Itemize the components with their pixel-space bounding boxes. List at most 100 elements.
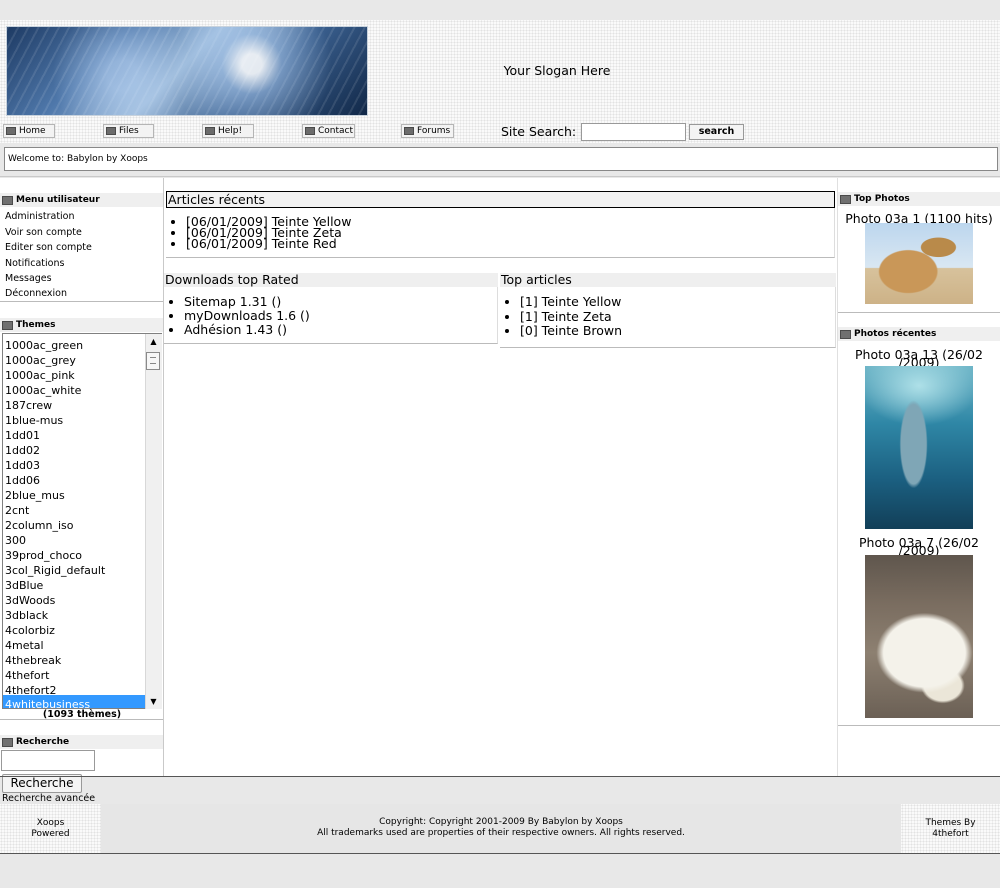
nav-files-label: Files <box>119 126 139 136</box>
footer-copyright: Copyright: Copyright 2001-2009 By Babylo… <box>101 804 901 853</box>
footer-powered: Xoops Powered <box>0 804 101 853</box>
recent-photos-title: Photos récentes <box>854 329 937 339</box>
nav-contact-button[interactable]: Contact <box>302 124 355 138</box>
themes-scrollbar[interactable] <box>145 334 162 709</box>
theme-option-selected[interactable]: 4whitebusiness <box>5 698 90 708</box>
site-slogan: Your Slogan Here <box>503 63 611 78</box>
footer-theme-credit: Themes By 4thefort <box>901 804 1000 853</box>
left-column-divider <box>163 178 164 776</box>
block-icon <box>840 329 851 339</box>
theme-option[interactable]: 1dd03 <box>5 459 40 472</box>
nav-help-button[interactable]: Help! <box>202 124 254 138</box>
articles-recents-block: [06/01/2009] Teinte Yellow [06/01/2009] … <box>166 208 835 258</box>
top-article-link[interactable]: [1] Teinte Zeta <box>520 309 835 325</box>
user-menu-title: Menu utilisateur <box>16 195 100 205</box>
theme-option[interactable]: 4metal <box>5 639 44 652</box>
recherche-avancee-link[interactable]: Recherche avancée <box>2 793 95 804</box>
site-search-label: Site Search: <box>501 124 577 139</box>
nav-forums-button[interactable]: Forums <box>401 124 454 138</box>
download-link[interactable]: Sitemap 1.31 () <box>184 295 497 309</box>
downloads-header: Downloads top Rated <box>164 273 498 287</box>
theme-option[interactable]: 3dblack <box>5 609 48 622</box>
top-photos-title: Top Photos <box>854 194 910 204</box>
block-icon <box>2 195 13 205</box>
nav-contact-label: Contact <box>318 126 354 136</box>
right-column-divider <box>837 178 838 776</box>
recent-photos-header: Photos récentes <box>838 327 1000 341</box>
nav-help-label: Help! <box>218 126 243 136</box>
nav-files-button[interactable]: Files <box>103 124 154 138</box>
block-divider <box>838 312 1000 313</box>
nav-home-button[interactable]: Home <box>3 124 55 138</box>
block-icon <box>2 320 13 330</box>
theme-option[interactable]: 3dBlue <box>5 579 43 592</box>
theme-option[interactable]: 187crew <box>5 399 52 412</box>
block-divider <box>0 301 163 302</box>
menu-item-deconnexion[interactable]: Déconnexion <box>5 288 67 299</box>
footer-top-border <box>0 776 1000 777</box>
theme-option[interactable]: 2cnt <box>5 504 29 517</box>
top-article-link[interactable]: [0] Teinte Brown <box>520 323 835 339</box>
theme-option[interactable]: 1000ac_green <box>5 339 83 352</box>
download-link[interactable]: Adhésion 1.43 () <box>184 323 497 337</box>
scroll-up-arrow-icon[interactable]: ▲ <box>146 334 161 349</box>
top-photos-header: Top Photos <box>838 192 1000 206</box>
themes-listbox[interactable]: 1000ac_green 1000ac_grey 1000ac_pink 100… <box>2 333 162 709</box>
theme-option[interactable]: 4colorbiz <box>5 624 55 637</box>
menu-item-editer-compte[interactable]: Editer son compte <box>5 242 92 253</box>
site-banner-image <box>6 26 368 116</box>
theme-option[interactable]: 1000ac_grey <box>5 354 76 367</box>
themes-title: Themes <box>16 320 56 330</box>
articles-recents-header: Articles récents <box>166 191 835 208</box>
site-search-button[interactable]: search <box>689 124 744 140</box>
theme-option[interactable]: 1blue-mus <box>5 414 63 427</box>
menu-item-messages[interactable]: Messages <box>5 273 52 284</box>
polar-bear-photo-image[interactable] <box>865 555 973 718</box>
theme-option[interactable]: 1dd06 <box>5 474 40 487</box>
welcome-bar: Welcome to: Babylon by Xoops <box>4 147 998 171</box>
block-divider <box>838 725 1000 726</box>
recherche-input[interactable] <box>1 750 95 771</box>
site-search-input[interactable] <box>581 123 686 141</box>
nav-forums-label: Forums <box>417 126 451 136</box>
theme-option[interactable]: 39prod_choco <box>5 549 82 562</box>
footer-copyright-line1: Copyright: Copyright 2001-2009 By Babylo… <box>379 817 623 827</box>
theme-option[interactable]: 2column_iso <box>5 519 74 532</box>
footer-right-line2[interactable]: 4thefort <box>901 829 1000 840</box>
nav-home-icon <box>6 127 16 135</box>
camel-photo-image[interactable] <box>865 223 973 304</box>
theme-option[interactable]: 1dd01 <box>5 429 40 442</box>
theme-option[interactable]: 3dWoods <box>5 594 55 607</box>
top-articles-header: Top articles <box>500 273 836 287</box>
theme-option[interactable]: 1000ac_white <box>5 384 81 397</box>
themes-header: Themes <box>0 318 163 332</box>
nav-files-icon <box>106 127 116 135</box>
block-divider <box>0 719 163 720</box>
theme-option[interactable]: 4thefort <box>5 669 50 682</box>
footer-copyright-line2: All trademarks used are properties of th… <box>317 828 685 838</box>
theme-option[interactable]: 1000ac_pink <box>5 369 75 382</box>
scroll-down-arrow-icon[interactable]: ▼ <box>146 694 161 709</box>
user-menu-header: Menu utilisateur <box>0 193 163 207</box>
top-articles-block: [1] Teinte Yellow [1] Teinte Zeta [0] Te… <box>500 287 836 348</box>
footer-bottom-border <box>0 853 1000 854</box>
block-icon <box>840 194 851 204</box>
theme-option[interactable]: 4thefort2 <box>5 684 57 697</box>
theme-option[interactable]: 3col_Rigid_default <box>5 564 105 577</box>
top-article-link[interactable]: [1] Teinte Yellow <box>520 294 835 310</box>
footer-left-line1[interactable]: Xoops <box>0 818 101 829</box>
theme-option[interactable]: 1dd02 <box>5 444 40 457</box>
download-link[interactable]: myDownloads 1.6 () <box>184 309 497 323</box>
article-link[interactable]: [06/01/2009] Teinte Red <box>186 237 834 250</box>
downloads-block: Sitemap 1.31 () myDownloads 1.6 () Adhés… <box>164 287 498 344</box>
nav-forums-icon <box>404 127 414 135</box>
theme-option[interactable]: 4thebreak <box>5 654 61 667</box>
dolphin-photo-image[interactable] <box>865 366 973 529</box>
menu-item-voir-compte[interactable]: Voir son compte <box>5 227 82 238</box>
menu-item-notifications[interactable]: Notifications <box>5 258 64 269</box>
theme-option[interactable]: 300 <box>5 534 26 547</box>
recherche-title: Recherche <box>16 737 70 747</box>
menu-item-administration[interactable]: Administration <box>5 211 75 222</box>
header-divider <box>0 176 1000 177</box>
theme-option[interactable]: 2blue_mus <box>5 489 65 502</box>
